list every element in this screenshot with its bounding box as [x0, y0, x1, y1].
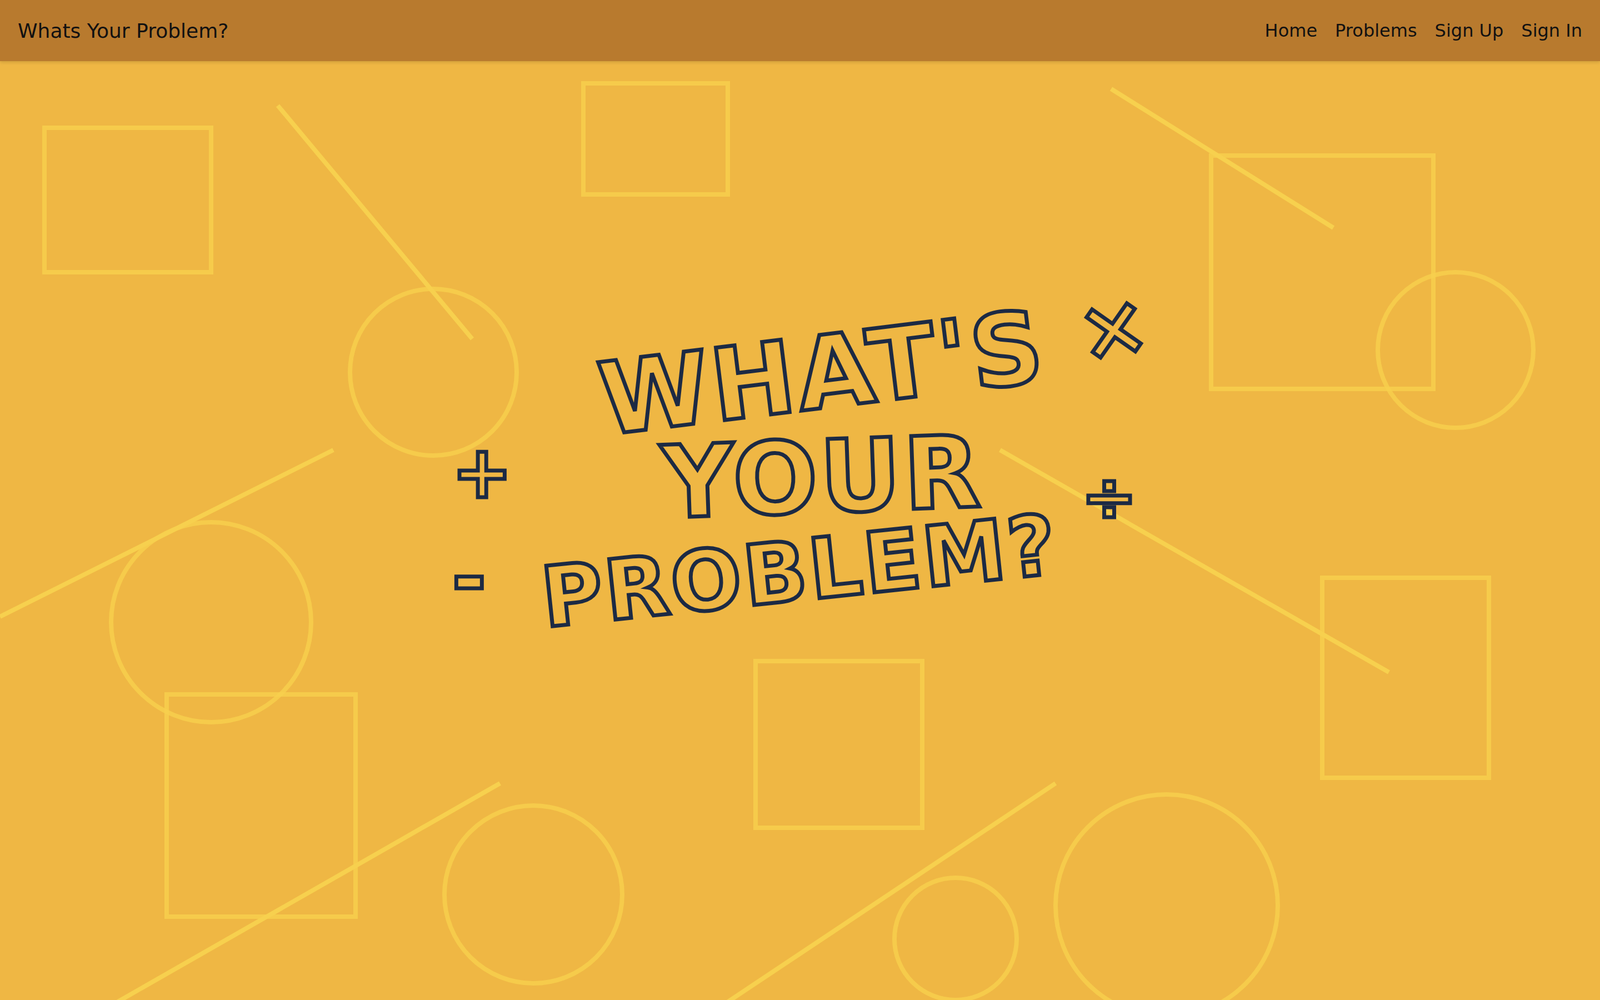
nav-link[interactable]: Home — [1265, 16, 1318, 45]
hero-logo: WHAT'SYOURPROBLEM?+-×÷ — [429, 291, 1171, 648]
hero: WHAT'SYOURPROBLEM?+-×÷ — [0, 61, 1600, 1000]
navbar: Whats Your Problem? Home Problems Sign Up Si… — [0, 0, 1600, 62]
nav-link[interactable]: Sign Up — [1435, 16, 1504, 45]
nav-link[interactable]: Sign In — [1521, 16, 1583, 45]
brand-link[interactable]: Whats Your Problem? — [17, 19, 229, 43]
math-symbol: - — [451, 536, 487, 620]
nav-link[interactable]: Problems — [1335, 16, 1418, 45]
math-symbol: ÷ — [1081, 463, 1138, 531]
math-symbol: + — [451, 436, 513, 509]
logo-line: PROBLEM? — [537, 502, 1063, 642]
nav-links: Home Problems Sign Up Sign In — [1265, 16, 1583, 45]
math-symbol: × — [1071, 280, 1155, 375]
